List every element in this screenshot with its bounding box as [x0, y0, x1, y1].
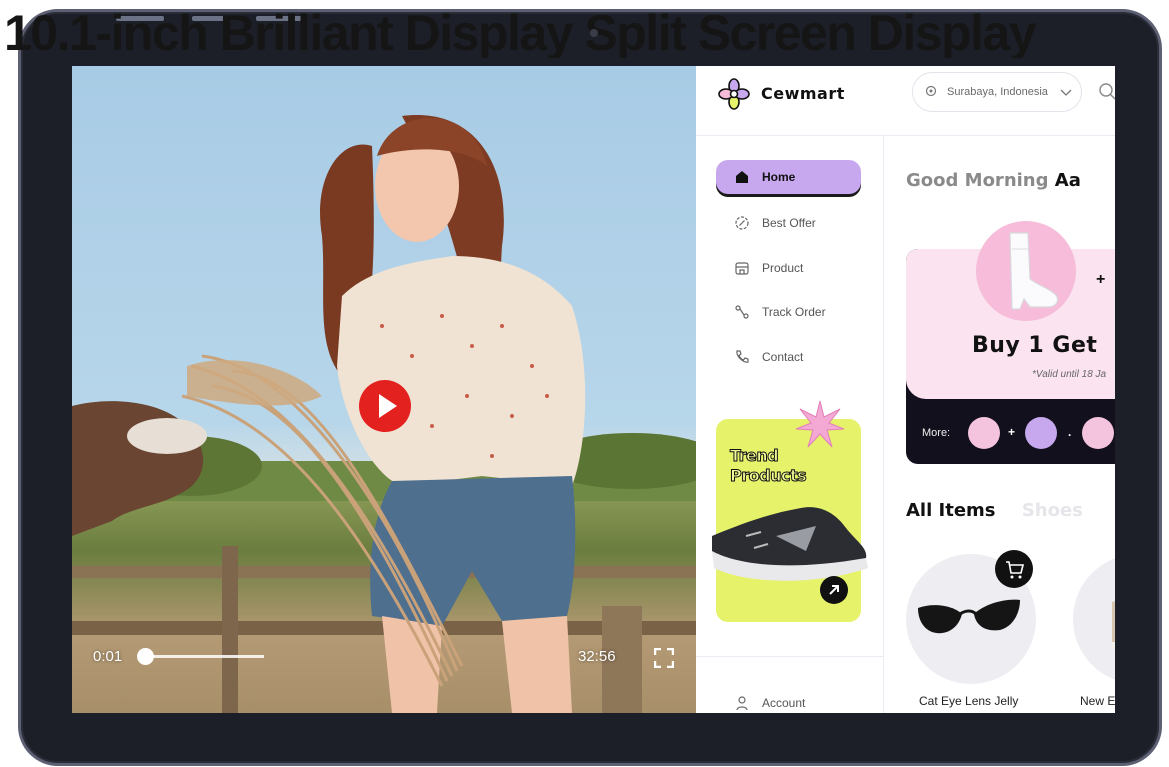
sneaker-image [712, 507, 868, 581]
sidebar-item-account[interactable]: Account [716, 691, 861, 713]
store-icon [735, 262, 749, 275]
promo-banner[interactable]: + Buy 1 Get *Valid until 18 Ja More: + . [906, 221, 1115, 464]
category-tabs: All Items Shoes [906, 500, 1103, 521]
sidebar-item-label: Home [762, 170, 796, 184]
promo-plus: + [1096, 271, 1106, 288]
main-content: Good Morning Aa + Buy 1 Get *Valid until… [884, 136, 1115, 713]
more-thumb-camera[interactable] [1082, 417, 1114, 449]
arrow-up-right-icon [829, 585, 839, 595]
user-icon [736, 696, 748, 711]
tab-all-items[interactable]: All Items [906, 500, 996, 521]
sidebar-item-label: Track Order [762, 305, 826, 319]
sidebar-item-label: Account [762, 696, 806, 710]
tab-shoes[interactable]: Shoes [1022, 500, 1083, 521]
flower-logo-icon [718, 78, 750, 110]
video-progress-thumb[interactable] [137, 648, 154, 665]
sidebar-item-contact[interactable]: Contact [716, 340, 861, 374]
promo-heading: 10.1-inch Brilliant Display Split Screen… [4, 8, 1037, 58]
video-duration: 32:56 [578, 648, 616, 665]
location-text: Surabaya, Indonesia [947, 86, 1048, 98]
brand-name[interactable]: Cewmart [761, 84, 845, 103]
search-icon[interactable] [1098, 82, 1115, 100]
sunglasses-image [918, 599, 1020, 634]
play-button[interactable] [359, 380, 411, 432]
current-time: 0:01 [93, 648, 123, 665]
sidebar-item-label: Contact [762, 350, 804, 364]
sidebar-item-product[interactable]: Product [716, 251, 861, 285]
badge-icon [735, 216, 749, 230]
more-plus: + [1008, 425, 1016, 439]
location-selector[interactable]: Surabaya, Indonesia [912, 72, 1082, 112]
video-progress-bar[interactable] [144, 655, 264, 658]
more-label: More: [922, 427, 951, 439]
greeting-text: Good Morning Aa [906, 170, 1081, 191]
add-to-cart-button[interactable] [995, 550, 1033, 588]
trend-arrow-button[interactable] [820, 576, 848, 604]
front-camera [590, 29, 598, 37]
sidebar-item-best-offer[interactable]: Best Offer [716, 206, 861, 240]
tablet-screen: 0:01 32:56 Cewmart Surabaya, Indonesia H… [72, 66, 1115, 713]
sidebar-item-label: Product [762, 261, 804, 275]
product-name: New E [1080, 694, 1115, 708]
phone-icon [736, 350, 749, 363]
sidebar-nav: Home Best Offer Product Track Order Cont… [696, 136, 884, 713]
chevron-down-icon [1060, 89, 1072, 96]
more-dot: . [1068, 425, 1072, 439]
sidebar-item-home[interactable]: Home [716, 160, 861, 194]
sidebar-item-track-order[interactable]: Track Order [716, 295, 861, 329]
promo-valid-date: *Valid until 18 Ja [1032, 369, 1107, 380]
route-icon [735, 305, 749, 319]
home-icon [736, 171, 748, 183]
cart-icon [1006, 561, 1025, 579]
shopping-app: Cewmart Surabaya, Indonesia Home Best Of… [696, 66, 1115, 713]
sidebar-divider [696, 656, 884, 657]
white-boot-image [1009, 232, 1059, 310]
sneaker-thumb-image [1112, 601, 1115, 648]
video-player[interactable]: 0:01 32:56 [72, 66, 696, 713]
more-thumb-shoe[interactable] [1025, 417, 1057, 449]
product-name: Cat Eye Lens Jelly [919, 694, 1019, 708]
trend-card-title: Trend Products [729, 446, 807, 486]
sidebar-item-label: Best Offer [762, 216, 816, 230]
sparkle-star-icon [795, 400, 845, 448]
app-header: Cewmart Surabaya, Indonesia [696, 66, 1115, 136]
promo-banner-inner: + Buy 1 Get *Valid until 18 Ja [906, 221, 1115, 399]
more-thumb-cap[interactable] [968, 417, 1000, 449]
promo-headline: Buy 1 Get [972, 333, 1098, 358]
location-pin-icon [925, 85, 937, 97]
fullscreen-icon[interactable] [654, 648, 674, 668]
